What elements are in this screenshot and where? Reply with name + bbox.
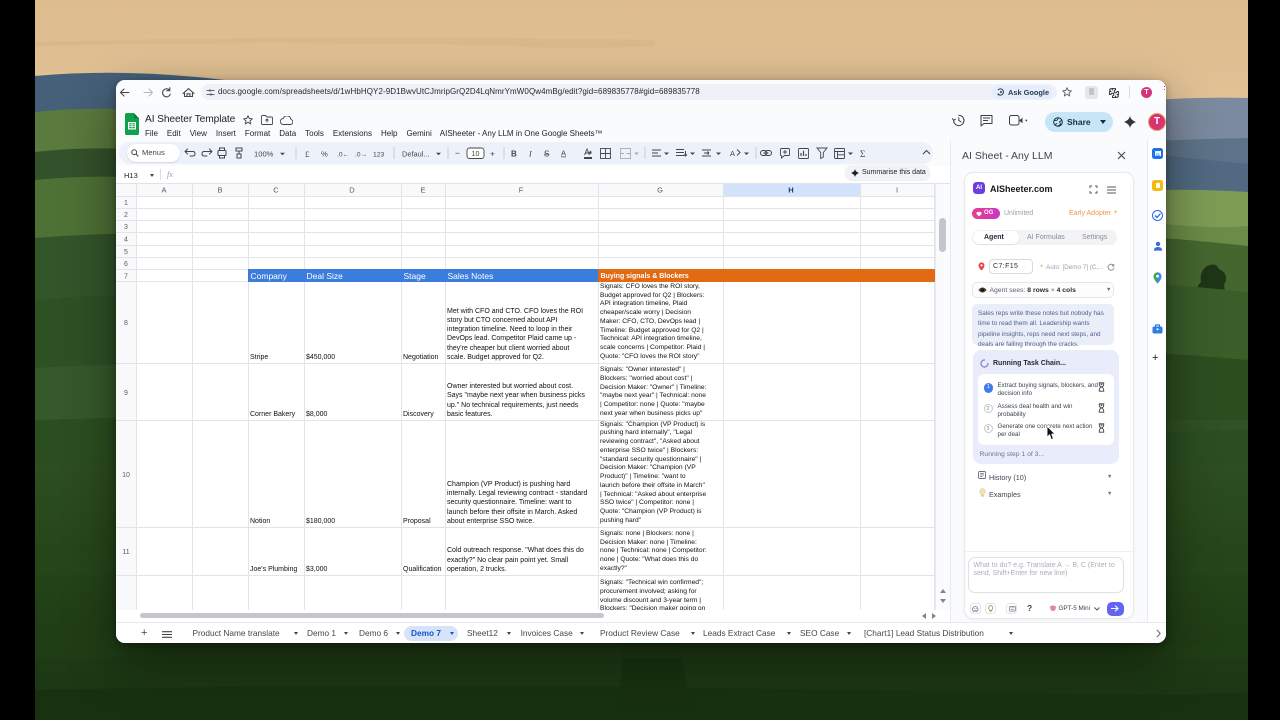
svg-text:S: S: [544, 150, 549, 159]
svg-text:B: B: [217, 186, 222, 195]
svg-text:9: 9: [124, 390, 128, 397]
svg-text:1: 1: [124, 200, 128, 207]
svg-text:7: 7: [124, 274, 128, 281]
svg-text:5: 5: [124, 249, 128, 256]
svg-text:3: 3: [124, 224, 128, 231]
svg-text:Σ: Σ: [860, 149, 865, 159]
svg-text:+: +: [490, 149, 495, 159]
svg-text:−: −: [455, 148, 460, 158]
svg-text:6: 6: [124, 261, 128, 268]
svg-text:I: I: [896, 186, 898, 195]
svg-text:F: F: [519, 186, 524, 195]
svg-text:H: H: [788, 186, 793, 195]
svg-text:.0←: .0←: [337, 152, 349, 159]
svg-text:8: 8: [124, 320, 128, 327]
svg-text:D: D: [349, 186, 355, 195]
svg-text:A: A: [161, 186, 166, 195]
svg-text:100%: 100%: [254, 150, 274, 159]
svg-text:£: £: [305, 149, 309, 159]
svg-text:%: %: [321, 150, 328, 159]
svg-text:11: 11: [122, 549, 129, 556]
svg-text:10: 10: [472, 149, 480, 158]
svg-text:C: C: [273, 186, 279, 195]
svg-text:A: A: [730, 149, 735, 158]
svg-text:E: E: [420, 186, 425, 195]
svg-text:A: A: [561, 149, 566, 158]
svg-text:.0→: .0→: [355, 152, 367, 159]
svg-text:2: 2: [124, 212, 128, 219]
svg-text:Defaul...: Defaul...: [402, 150, 430, 159]
svg-text:10: 10: [122, 472, 130, 479]
svg-text:B: B: [511, 150, 517, 159]
svg-text:I: I: [528, 150, 532, 159]
svg-text:4: 4: [124, 237, 128, 244]
svg-text:123: 123: [373, 152, 385, 159]
svg-text:G: G: [657, 186, 663, 195]
